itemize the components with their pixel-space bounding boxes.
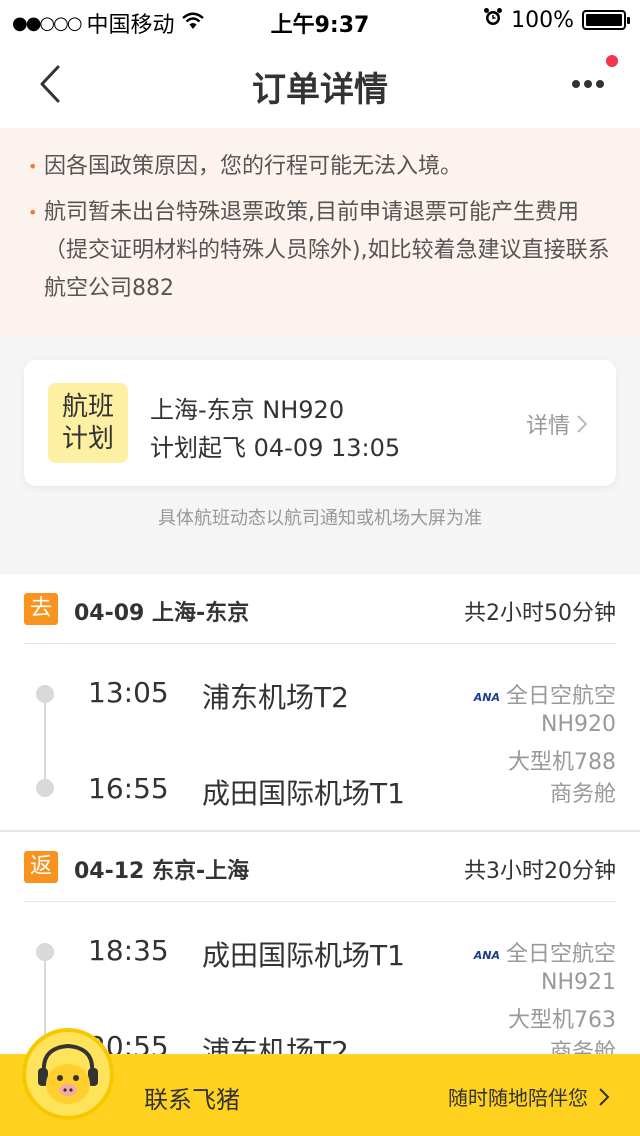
flight-plan-tag: 航班 计划 bbox=[48, 383, 128, 463]
segment-header: 去 04-09 上海-东京 共2小时50分钟 bbox=[24, 574, 616, 644]
return-badge: 返 bbox=[24, 851, 58, 883]
outbound-badge: 去 bbox=[24, 593, 58, 625]
page-title: 订单详情 bbox=[252, 70, 388, 110]
fliggy-mascot-avatar bbox=[22, 1028, 114, 1120]
flight-status-note: 具体航班动态以航司通知或机场大屏为准 bbox=[158, 508, 482, 529]
accompany-link[interactable]: 随时随地陪伴您 bbox=[448, 1082, 610, 1111]
tag-line: 计划 bbox=[61, 424, 114, 454]
flight-number: NH920 bbox=[541, 712, 616, 737]
detail-label: 详情 bbox=[525, 414, 570, 439]
segment-header: 返 04-12 东京-上海 共3小时20分钟 bbox=[24, 832, 616, 902]
arrival-time: 16:55 bbox=[88, 772, 169, 805]
outbound-segment: 去 04-09 上海-东京 共2小时50分钟 13:05 浦东机场T2 16:5… bbox=[0, 574, 640, 830]
departure-airport: 成田国际机场T1 bbox=[202, 939, 405, 972]
departure-airport: 浦东机场T2 bbox=[202, 681, 349, 714]
segment-date-route: 04-09 上海-东京 bbox=[74, 601, 250, 626]
arrival-airport: 成田国际机场T1 bbox=[202, 777, 405, 810]
notification-badge bbox=[606, 55, 618, 67]
planned-departure: 计划起飞 04-09 13:05 bbox=[150, 434, 401, 462]
mascot-icon bbox=[38, 1043, 98, 1104]
airline-name: 全日空航空 bbox=[505, 942, 616, 967]
flight-plan-card[interactable]: 航班 计划 上海-东京 NH920 计划起飞 04-09 13:05 详情 bbox=[24, 360, 616, 486]
segment-duration: 共2小时50分钟 bbox=[464, 601, 616, 626]
departure-time: 13:05 bbox=[88, 676, 169, 709]
tag-line: 航班 bbox=[61, 392, 114, 422]
departure-dot bbox=[36, 943, 54, 961]
more-dot bbox=[596, 80, 604, 88]
ana-logo-icon: ANA bbox=[473, 948, 500, 962]
battery-icon bbox=[582, 10, 630, 30]
accompany-label: 随时随地陪伴您 bbox=[448, 1086, 588, 1110]
more-dot bbox=[584, 80, 592, 88]
segment-date-route: 04-12 东京-上海 bbox=[74, 859, 250, 884]
contact-bar[interactable]: 联系飞猪 随时随地陪伴您 bbox=[0, 1028, 640, 1136]
chevron-right-icon bbox=[577, 415, 588, 433]
status-bar: ●●○○○ 中国移动 上午9:37 100% bbox=[0, 0, 640, 40]
contact-fliggy-label: 联系飞猪 bbox=[144, 1086, 240, 1114]
more-button[interactable] bbox=[566, 64, 610, 104]
departure-dot bbox=[36, 685, 54, 703]
nav-bar: 订单详情 bbox=[0, 40, 640, 128]
more-dot bbox=[572, 80, 580, 88]
segment-duration: 共3小时20分钟 bbox=[464, 859, 616, 884]
departure-time: 18:35 bbox=[88, 934, 169, 967]
airline-name: 全日空航空 bbox=[505, 684, 616, 709]
return-segment: 返 04-12 东京-上海 共3小时20分钟 18:35 成田国际机场T1 20… bbox=[0, 830, 640, 1068]
timeline-line bbox=[44, 694, 46, 788]
flight-route: 上海-东京 NH920 bbox=[150, 396, 345, 424]
cabin-class: 商务舱 bbox=[549, 782, 616, 807]
aircraft-type: 大型机763 bbox=[508, 1008, 616, 1033]
notice-item: 航司暂未出台特殊退票政策,目前申请退票可能产生费用（提交证明材料的特殊人员除外)… bbox=[28, 194, 610, 308]
policy-notice: 因各国政策原因，您的行程可能无法入境。 航司暂未出台特殊退票政策,目前申请退票可… bbox=[0, 128, 640, 336]
battery-percent: 100% bbox=[511, 7, 574, 33]
airline-row: ANA 全日空航空 bbox=[474, 936, 616, 968]
ana-logo-icon: ANA bbox=[473, 690, 500, 704]
flight-plan-section: 航班 计划 上海-东京 NH920 计划起飞 04-09 13:05 详情 具体… bbox=[0, 336, 640, 550]
notice-item: 因各国政策原因，您的行程可能无法入境。 bbox=[28, 148, 610, 186]
chevron-right-icon bbox=[599, 1087, 610, 1106]
aircraft-type: 大型机788 bbox=[508, 750, 616, 775]
flight-number: NH921 bbox=[541, 970, 616, 995]
timeline-line bbox=[44, 952, 46, 1046]
airline-row: ANA 全日空航空 bbox=[474, 678, 616, 710]
detail-link[interactable]: 详情 bbox=[526, 408, 588, 440]
alarm-icon bbox=[483, 7, 503, 33]
arrival-dot bbox=[36, 779, 54, 797]
